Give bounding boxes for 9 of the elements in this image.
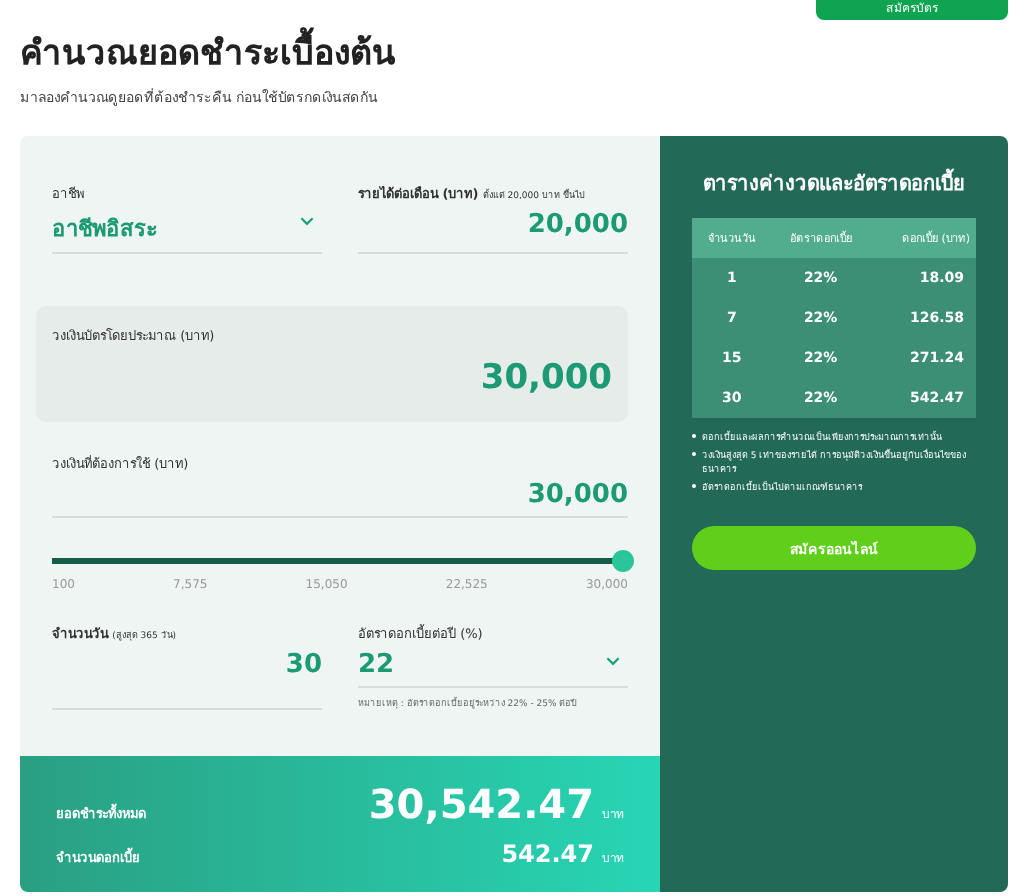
interest-value: 542.47 <box>501 840 594 868</box>
amount-slider[interactable] <box>52 550 628 570</box>
total-value: 30,542.47 <box>368 780 594 828</box>
chevron-down-icon <box>300 216 314 226</box>
page-title: คำนวณยอดชำระเบื้องต้น <box>20 24 1008 78</box>
chevron-down-icon <box>606 656 620 666</box>
card-limit-value: 30,000 <box>478 358 612 398</box>
panel-title: ตารางค่างวดและอัตราดอกเบี้ย <box>692 168 976 198</box>
slider-thumb[interactable] <box>612 549 634 571</box>
